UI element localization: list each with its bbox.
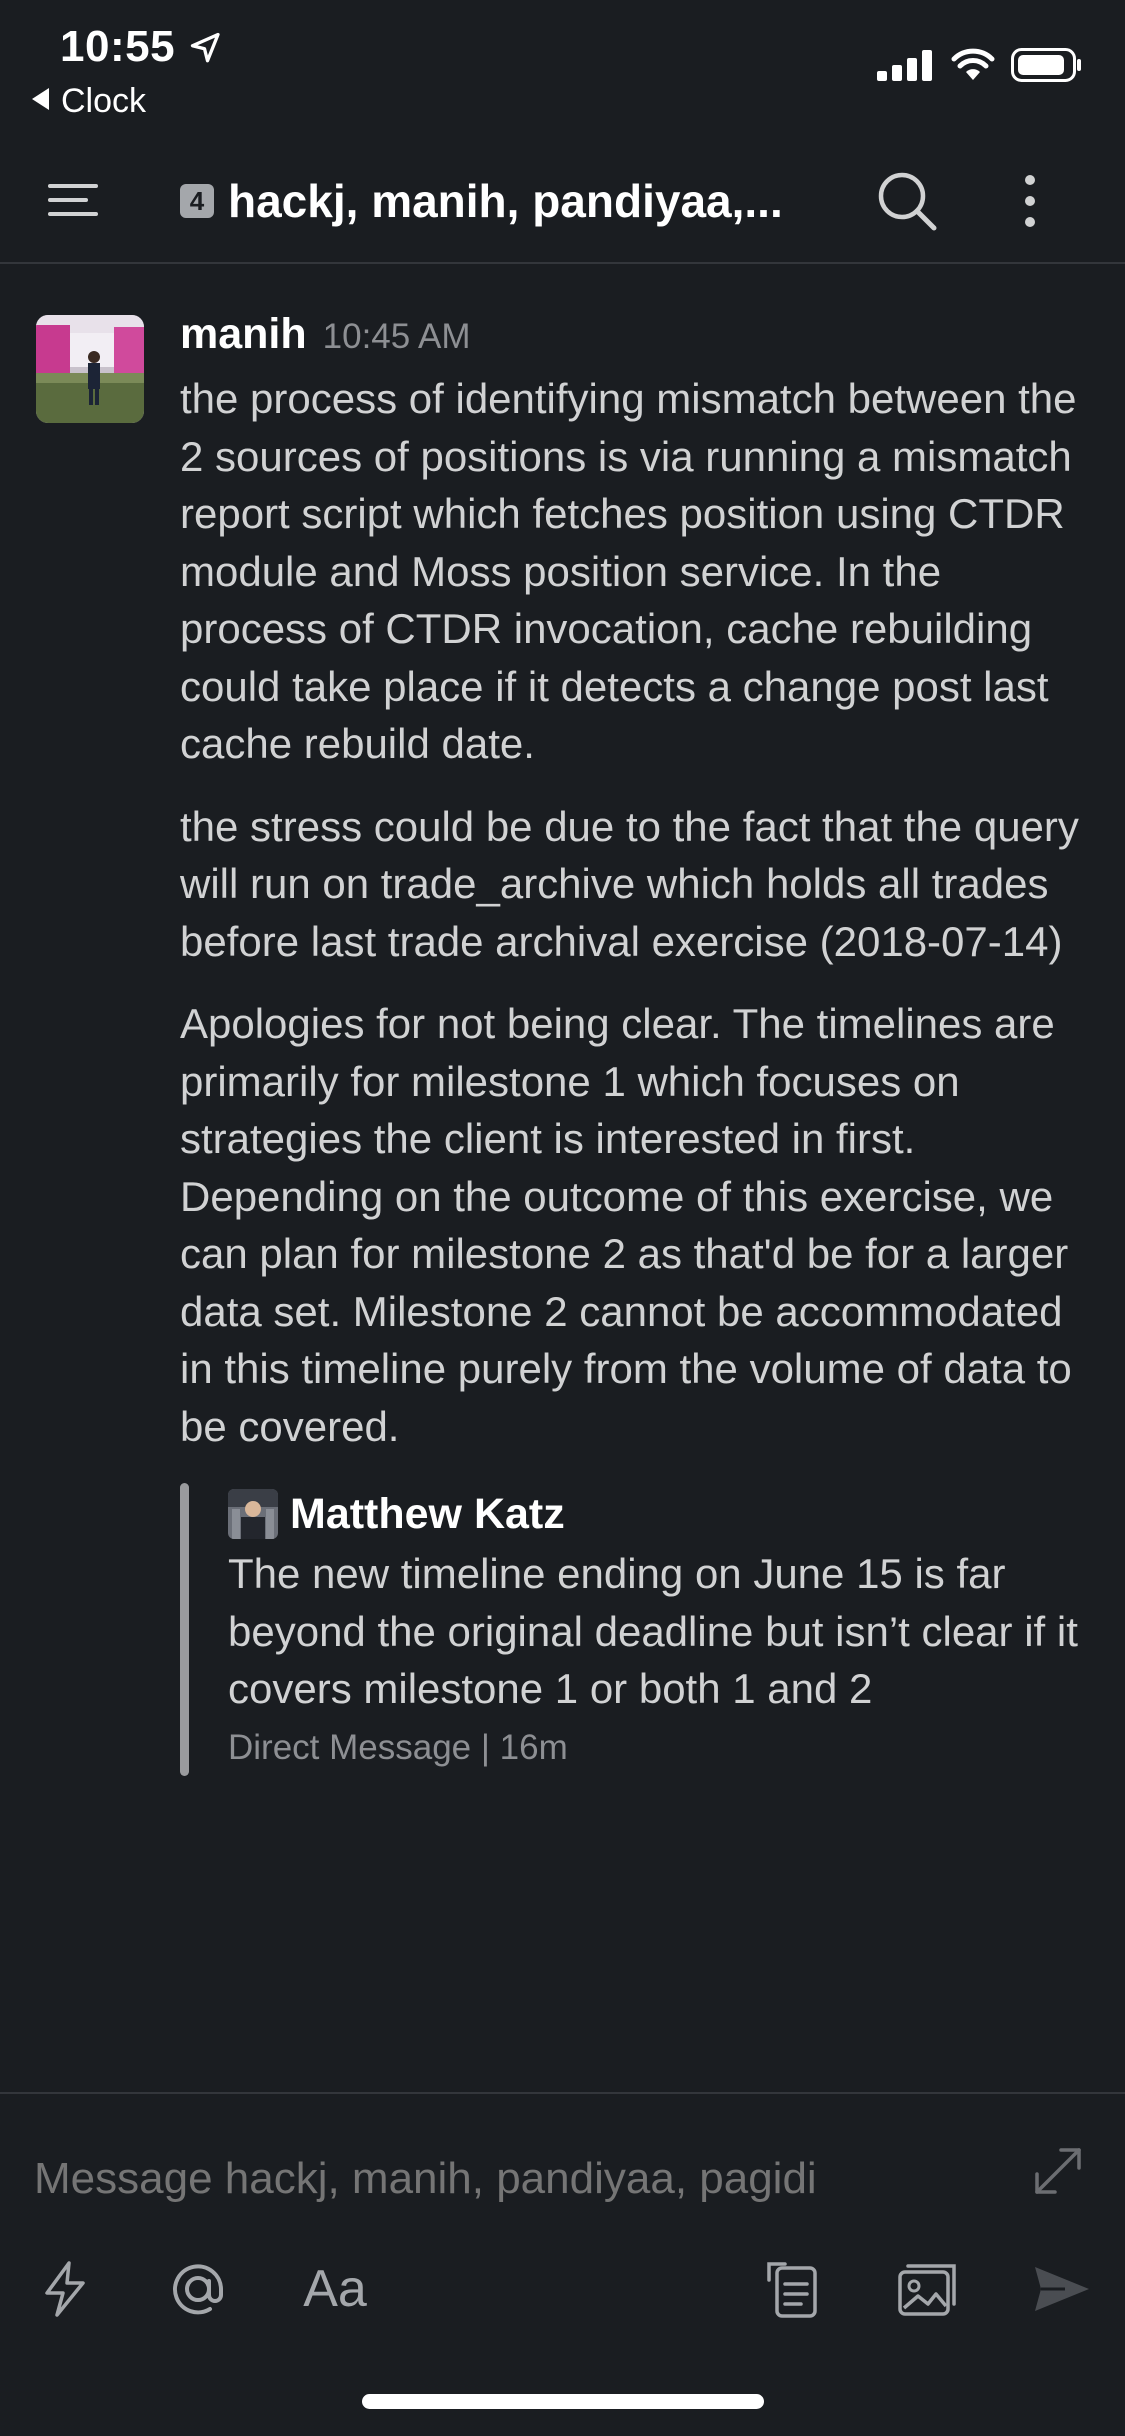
message-author[interactable]: manih xyxy=(180,310,307,359)
message-paragraph: the process of identifying mismatch betw… xyxy=(180,375,1077,767)
attach-image-button[interactable] xyxy=(890,2244,966,2334)
home-indicator[interactable] xyxy=(362,2394,764,2409)
status-time: 10:55 xyxy=(60,22,176,71)
format-text-button[interactable]: Aa xyxy=(290,2244,380,2334)
avatar[interactable] xyxy=(36,315,144,423)
conversation-header: 4 hackj, manih, pandiyaa,... xyxy=(0,150,1125,264)
lightning-icon xyxy=(45,2261,85,2317)
message-input[interactable] xyxy=(34,2154,994,2204)
conversation-title[interactable]: 4 hackj, manih, pandiyaa,... xyxy=(180,174,783,228)
shared-message[interactable]: Matthew Katz The new timeline ending on … xyxy=(180,1483,1090,1776)
search-icon[interactable] xyxy=(872,166,942,236)
message-body: manih 10:45 AM the process of identifyin… xyxy=(180,310,1090,1776)
at-sign-icon xyxy=(173,2264,223,2315)
quote-bar xyxy=(180,1483,189,1776)
battery-icon xyxy=(1011,48,1081,82)
attach-file-button[interactable] xyxy=(758,2244,828,2334)
menu-icon[interactable] xyxy=(44,170,104,230)
message-paragraph: Apologies for not being clear. The timel… xyxy=(180,1000,1072,1450)
status-bar: 10:55 Clock xyxy=(0,0,1125,125)
back-triangle-icon xyxy=(32,88,49,110)
wifi-icon xyxy=(951,48,995,80)
message-paragraph: the stress could be due to the fact that… xyxy=(180,802,1079,965)
image-icon xyxy=(898,2264,956,2316)
member-count-badge: 4 xyxy=(180,184,214,218)
shortcuts-button[interactable] xyxy=(30,2244,100,2334)
slack-conversation-screen: 10:55 Clock 4 hackj, manih, pandiyaa,...… xyxy=(0,0,1125,2436)
mention-button[interactable] xyxy=(160,2244,236,2334)
shared-author-avatar xyxy=(228,1489,278,1539)
shared-message-meta[interactable]: Direct Message | 16m xyxy=(228,1728,1090,1776)
back-app-label: Clock xyxy=(61,82,147,120)
more-options-icon[interactable] xyxy=(1010,166,1050,236)
message-timestamp: 10:45 AM xyxy=(322,317,471,356)
signal-icon xyxy=(877,50,932,81)
shared-message-header: Matthew Katz xyxy=(228,1483,1090,1545)
location-arrow-icon xyxy=(190,32,220,63)
message-header: manih 10:45 AM xyxy=(180,310,1090,370)
shared-message-text: The new timeline ending on June 15 is fa… xyxy=(228,1550,1078,1712)
send-button[interactable] xyxy=(1024,2244,1100,2334)
status-indicators xyxy=(877,48,1083,82)
back-to-app-link[interactable]: Clock xyxy=(32,82,146,121)
conversation-name: hackj, manih, pandiyaa,... xyxy=(228,175,783,227)
message-composer: Aa xyxy=(0,2092,1125,2436)
send-icon xyxy=(1035,2267,1089,2311)
composer-toolbar: Aa xyxy=(0,2244,1125,2334)
expand-icon[interactable] xyxy=(1027,2140,1089,2202)
file-icon xyxy=(767,2262,817,2318)
shared-message-author: Matthew Katz xyxy=(290,1489,565,1538)
